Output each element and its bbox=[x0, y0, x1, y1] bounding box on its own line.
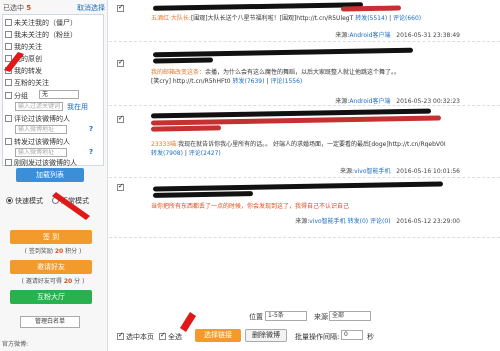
post-meta: 来源:vivo智能手机 转发(0) 评论(0) 2016-05-12 23:29… bbox=[295, 218, 460, 225]
keyword-input[interactable]: 输入过滤关键词 bbox=[15, 102, 63, 111]
interval-unit: 秒 bbox=[367, 333, 374, 341]
position-label: 位置 bbox=[249, 313, 263, 321]
filter-box: 未关注我的（僵尸） 我未关注的（粉丝） 我的关注 我的原创 我的转发 互粉的关注… bbox=[2, 14, 104, 168]
interact-hall-button[interactable]: 互粉大厅 bbox=[10, 290, 92, 304]
post-list: 五酒红·大队长:[围观]大队长送个八星节福利啦！[围观]http://t.cn/… bbox=[109, 0, 500, 351]
left-panel: 已选中 5 取消选择 未关注我的（僵尸） 我未关注的（粉丝） 我的关注 我的原创… bbox=[0, 0, 108, 351]
keyword-link[interactable]: 我在用 bbox=[67, 102, 88, 112]
cancel-selection-link[interactable]: 取消选择 bbox=[77, 3, 105, 13]
radio[interactable] bbox=[52, 197, 59, 204]
filter-group: 分组 bbox=[5, 91, 28, 101]
filter-i-not-followed[interactable]: 我未关注的（粉丝） bbox=[5, 30, 77, 40]
list-item: 23333喵:我现在就告诉你我心里所有的话。。 好端人的求婚场面，一定要看的最后… bbox=[109, 108, 500, 178]
radio-selected[interactable] bbox=[6, 197, 13, 204]
redacted-scribble bbox=[152, 191, 254, 198]
post-meta: 来源:vivo智能手机 2016-05-16 10:01:56 bbox=[340, 168, 460, 175]
checkbox-checked[interactable] bbox=[159, 331, 166, 340]
list-item: 当你把所有东西都丢了一点的时候，你会发现到这了，我得自己不认识自己 来源:viv… bbox=[109, 180, 500, 238]
checkbox[interactable] bbox=[5, 92, 12, 99]
load-list-button[interactable]: 加载列表 bbox=[16, 168, 84, 182]
repost-url-input[interactable]: 输入微博地址 bbox=[15, 148, 67, 157]
group-select[interactable]: 无 bbox=[39, 90, 79, 99]
checkbox[interactable] bbox=[5, 138, 12, 145]
list-item: 我的邮箱改变这条：余播，为什么会有这么魔性的舞蹈，以后大家既整人就让他跳这个舞了… bbox=[109, 44, 500, 106]
post-content: 五酒红·大队长:[围观]大队长送个八星节福利啦！[围观]http://t.cn/… bbox=[151, 15, 422, 22]
redacted-scribble bbox=[152, 47, 414, 58]
checkbox[interactable] bbox=[5, 19, 12, 26]
filter-reposted[interactable]: 转发过该微博的人 bbox=[5, 137, 70, 147]
post-content-line2: 转发(7908) | 评论(2427) bbox=[151, 150, 221, 157]
select-link-button[interactable]: 选择链接 bbox=[195, 329, 241, 342]
post-content-line2: [笑cry] http://t.cn/R5hHFt0 转发(7639) | 评论… bbox=[151, 78, 303, 85]
post-content: 我的邮箱改变这条：余播，为什么会有这么魔性的舞蹈，以后大家既整人就让他跳这个舞了… bbox=[151, 69, 401, 76]
checkbox[interactable] bbox=[5, 55, 12, 62]
source-select[interactable]: 全部 bbox=[329, 311, 371, 321]
filter-my-following[interactable]: 我的关注 bbox=[5, 42, 42, 52]
checkbox[interactable] bbox=[5, 159, 12, 166]
list-item: 五酒红·大队长:[围观]大队长送个八星节福利啦！[围观]http://t.cn/… bbox=[109, 0, 500, 42]
signin-note: ( 签到奖励 20 积分 ) bbox=[24, 248, 82, 255]
delete-weibo-button[interactable]: 删除微博 bbox=[245, 329, 287, 342]
mode-normal[interactable]: 正常模式 bbox=[52, 196, 89, 206]
position-select[interactable]: 1-5条 bbox=[265, 311, 307, 321]
post-checkbox[interactable] bbox=[117, 182, 124, 191]
interval-input[interactable]: 0 bbox=[341, 330, 363, 340]
comment-url-input[interactable]: 输入微博地址 bbox=[15, 125, 67, 134]
filter-not-followed-me[interactable]: 未关注我的（僵尸） bbox=[5, 18, 77, 28]
selection-count: 已选中 5 bbox=[3, 4, 32, 12]
invite-button[interactable]: 邀请好友 bbox=[10, 260, 92, 274]
select-all-check[interactable]: 全选 bbox=[159, 331, 182, 342]
post-content: 当你把所有东西都丢了一点的时候，你会发现到这了，我得自己不认识自己 bbox=[151, 203, 350, 210]
checkbox[interactable] bbox=[5, 79, 12, 86]
selection-bar: 已选中 5 取消选择 bbox=[3, 3, 105, 13]
redacted-scribble bbox=[152, 2, 364, 11]
filter-my-reposts[interactable]: 我的转发 bbox=[5, 65, 42, 76]
select-page-check[interactable]: 选中本页 bbox=[117, 331, 154, 342]
post-checkbox[interactable] bbox=[117, 58, 124, 67]
redacted-scribble bbox=[152, 181, 444, 192]
checkbox-checked[interactable] bbox=[5, 65, 12, 74]
checkbox[interactable] bbox=[5, 31, 12, 38]
post-checkbox[interactable] bbox=[117, 114, 124, 123]
invite-note: ( 邀请好友可得 20 分 ) bbox=[21, 278, 85, 285]
post-checkbox[interactable] bbox=[117, 3, 124, 12]
checkbox[interactable] bbox=[5, 43, 12, 50]
filter-commented[interactable]: 评论过该微博的人 bbox=[5, 114, 70, 124]
bottom-toolbar: 位置 1-5条 来源 全部 选中本页 全选 选择链接 删除微博 批量操作间隔: … bbox=[109, 308, 500, 351]
filter-posted[interactable]: 刚刚发过该微博的人 bbox=[5, 158, 77, 168]
help-icon[interactable]: ? bbox=[89, 148, 93, 158]
official-weibo-label: 官方微博: bbox=[2, 341, 29, 348]
checkbox-checked[interactable] bbox=[117, 331, 124, 340]
whitelist-button[interactable]: 管理白名单 bbox=[20, 316, 80, 328]
filter-mutual[interactable]: 互粉的关注 bbox=[5, 78, 49, 88]
signin-button[interactable]: 签 到 bbox=[10, 230, 92, 244]
help-icon[interactable]: ? bbox=[89, 125, 93, 135]
interval-label: 批量操作间隔: bbox=[295, 333, 340, 341]
source-label: 来源 bbox=[314, 313, 328, 321]
post-meta: 来源:Android客户端 2016-05-23 00:32:23 bbox=[335, 98, 460, 105]
redacted-scribble bbox=[150, 125, 222, 132]
redacted-scribble bbox=[152, 57, 214, 64]
mode-fast[interactable]: 快速模式 bbox=[6, 196, 43, 206]
filter-my-original[interactable]: 我的原创 bbox=[5, 54, 42, 64]
checkbox[interactable] bbox=[5, 115, 12, 122]
post-content: 23333喵:我现在就告诉你我心里所有的话。。 好端人的求婚场面，一定要看的最后… bbox=[151, 141, 446, 148]
post-meta: 来源:Android客户端 2016-05-31 23:38:49 bbox=[335, 32, 460, 39]
redacted-scribble bbox=[340, 5, 402, 12]
